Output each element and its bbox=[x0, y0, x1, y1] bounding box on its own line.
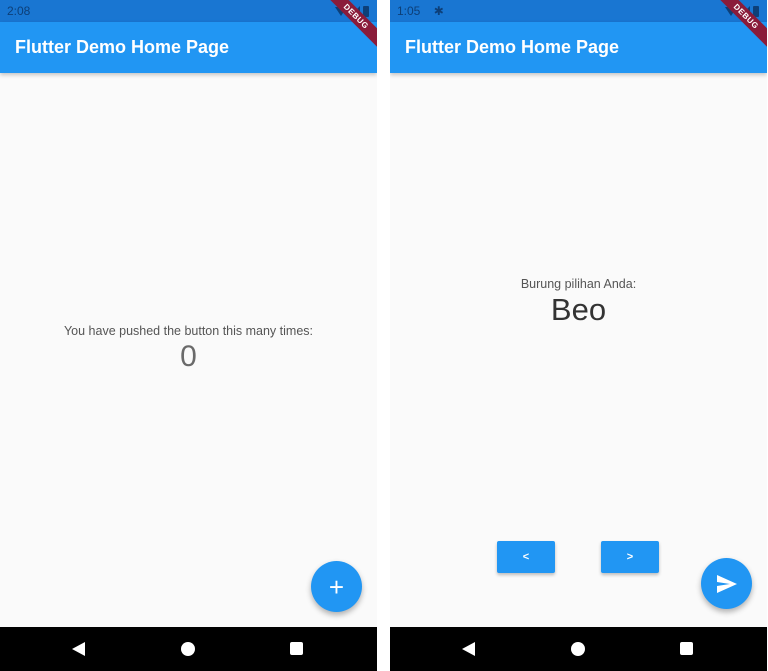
app-bar: Flutter Demo Home Page bbox=[0, 22, 377, 73]
app-bar: Flutter Demo Home Page bbox=[390, 22, 767, 73]
send-icon bbox=[716, 574, 737, 593]
android-nav-bar bbox=[0, 627, 377, 671]
counter-value: 0 bbox=[180, 340, 197, 373]
gear-icon: ✱ bbox=[433, 4, 444, 18]
previous-bird-button[interactable]: < bbox=[497, 541, 555, 573]
phone-screen-bird-picker: 1:05 ✱ Flutter Demo Home Page DEBUG Buru… bbox=[390, 0, 767, 671]
back-icon[interactable] bbox=[72, 642, 85, 656]
app-bar-title: Flutter Demo Home Page bbox=[15, 37, 230, 57]
status-bar: 1:05 ✱ bbox=[390, 0, 767, 22]
recents-icon[interactable] bbox=[290, 642, 303, 655]
app-bar-title: Flutter Demo Home Page bbox=[405, 37, 620, 57]
plus-icon: + bbox=[328, 571, 345, 602]
recents-icon[interactable] bbox=[680, 642, 693, 655]
bird-name: Beo bbox=[550, 292, 607, 327]
counter-label: You have pushed the button this many tim… bbox=[63, 324, 313, 338]
next-bird-button[interactable]: > bbox=[601, 541, 659, 573]
phone-screen-counter: 2:08 Flutter Demo Home Page DEBUG You ha… bbox=[0, 0, 377, 671]
android-nav-bar bbox=[390, 627, 767, 671]
increment-fab[interactable]: + bbox=[311, 561, 362, 612]
home-icon[interactable] bbox=[181, 642, 195, 656]
send-fab[interactable] bbox=[701, 558, 752, 609]
status-time: 1:05 bbox=[397, 4, 421, 18]
home-icon[interactable] bbox=[571, 642, 585, 656]
bird-label: Burung pilihan Anda: bbox=[520, 277, 637, 291]
status-bar: 2:08 bbox=[0, 0, 377, 22]
back-icon[interactable] bbox=[462, 642, 475, 656]
status-time: 2:08 bbox=[7, 4, 31, 18]
